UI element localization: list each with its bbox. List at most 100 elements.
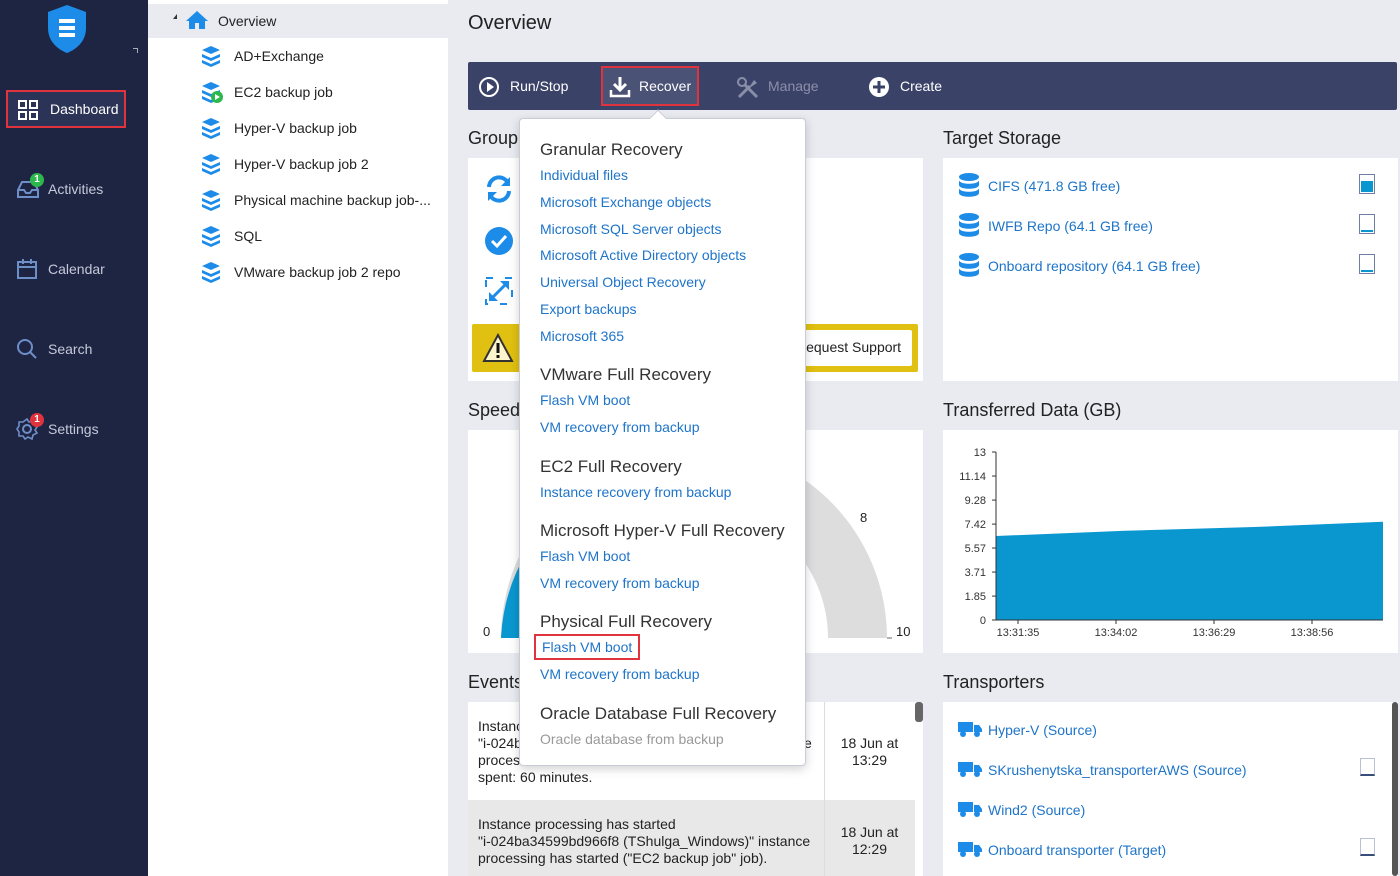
- menu-item-ec2-instance-recovery[interactable]: Instance recovery from backup: [540, 484, 731, 500]
- y-tick-label: 9.28: [965, 495, 986, 507]
- storage-item[interactable]: CIFS (471.8 GB free): [957, 172, 1387, 200]
- event-row[interactable]: Instance processing has started "i-024ba…: [468, 800, 915, 876]
- tree-root-label: Overview: [218, 13, 277, 29]
- menu-item-sql-objects[interactable]: Microsoft SQL Server objects: [540, 221, 722, 237]
- menu-item-hyperv-flash-boot[interactable]: Flash VM boot: [540, 548, 630, 564]
- nav-search[interactable]: Search: [6, 330, 126, 368]
- run-stop-label: Run/Stop: [510, 78, 569, 94]
- gauge-mid-label: 8: [860, 510, 868, 525]
- nav-activities-label: Activities: [48, 181, 104, 197]
- dashboard-icon: [18, 100, 38, 120]
- transporter-checkbox[interactable]: [1360, 838, 1375, 856]
- menu-item-microsoft-365[interactable]: Microsoft 365: [540, 328, 624, 344]
- transporter-label: Onboard transporter (Target): [988, 842, 1167, 858]
- recover-label: Recover: [639, 78, 692, 94]
- warning-icon: [482, 333, 514, 362]
- y-tick-label: 11.14: [959, 471, 986, 483]
- download-icon: [609, 77, 631, 98]
- storage-label: CIFS (471.8 GB free): [988, 178, 1121, 194]
- events-scrollbar[interactable]: [915, 702, 923, 722]
- target-storage-card: CIFS (471.8 GB free) IWFB Repo (64.1 GB …: [943, 158, 1398, 381]
- menu-pointer: [649, 109, 667, 127]
- y-tick-label: 1.85: [965, 591, 986, 603]
- menu-item-physical-flash-boot[interactable]: Flash VM boot: [534, 634, 641, 660]
- storage-usage-fill: [1361, 270, 1373, 272]
- main-navigation: Dashboard 1 Activities Calendar Search 1: [0, 0, 148, 876]
- collapse-nav-icon[interactable]: [133, 48, 138, 53]
- menu-item-physical-vm-recovery[interactable]: VM recovery from backup: [540, 666, 700, 682]
- truck-icon: [958, 802, 982, 817]
- storage-label: Onboard repository (64.1 GB free): [988, 258, 1201, 274]
- transporters-section-title: Transporters: [943, 672, 1045, 692]
- menu-item-exchange-objects[interactable]: Microsoft Exchange objects: [540, 194, 711, 210]
- menu-item-vmware-vm-recovery[interactable]: VM recovery from backup: [540, 419, 700, 435]
- database-icon: [959, 213, 979, 237]
- transporter-item[interactable]: Hyper-V (Source): [957, 716, 1377, 744]
- nav-dashboard[interactable]: Dashboard: [6, 90, 126, 128]
- storage-usage-fill: [1361, 181, 1373, 192]
- nav-activities[interactable]: 1 Activities: [6, 170, 126, 208]
- recover-button[interactable]: Recover: [601, 66, 699, 106]
- truck-icon: [958, 722, 982, 737]
- manage-button[interactable]: Manage: [728, 66, 838, 106]
- job-stack-icon: [202, 262, 220, 283]
- menu-heading-ec2: EC2 Full Recovery: [540, 457, 682, 476]
- transporters-card: Hyper-V (Source) SKrushenytska_transport…: [943, 702, 1398, 876]
- page-title: Overview: [468, 12, 552, 34]
- nav-settings[interactable]: 1 Settings: [6, 410, 126, 448]
- transporters-scrollbar[interactable]: [1392, 702, 1398, 876]
- tree-item-label: Physical machine backup job-...: [234, 192, 431, 208]
- storage-item[interactable]: IWFB Repo (64.1 GB free): [957, 212, 1387, 240]
- play-circle-icon: [479, 77, 499, 97]
- transporter-label: Hyper-V (Source): [988, 722, 1097, 738]
- target-storage-title: Target Storage: [943, 128, 1062, 148]
- job-tree: Overview AD+Exchange EC2 backup job Hype…: [148, 0, 448, 876]
- expand-arrows-icon: [485, 277, 513, 305]
- transporter-item[interactable]: Onboard transporter (Target): [957, 836, 1377, 864]
- transporter-item[interactable]: Wind2 (Source): [957, 796, 1377, 824]
- storage-usage-bar: [1359, 254, 1375, 274]
- menu-item-vmware-flash-boot[interactable]: Flash VM boot: [540, 392, 630, 408]
- expand-arrow-icon[interactable]: [173, 14, 177, 19]
- tree-item-label: Hyper-V backup job: [234, 120, 357, 136]
- group-section-title: Group: [468, 128, 519, 148]
- storage-usage-fill: [1361, 230, 1373, 232]
- job-stack-icon: [202, 154, 220, 175]
- menu-item-export-backups[interactable]: Export backups: [540, 301, 637, 317]
- job-stack-icon: [202, 190, 220, 211]
- storage-usage-bar: [1359, 214, 1375, 234]
- y-tick-label: 5.57: [965, 543, 986, 555]
- transporter-checkbox[interactable]: [1360, 758, 1375, 776]
- search-icon: [17, 339, 37, 359]
- truck-icon: [958, 842, 982, 857]
- nav-calendar[interactable]: Calendar: [6, 250, 126, 288]
- app-logo-icon: [48, 5, 86, 53]
- y-tick-label: 3.71: [965, 567, 986, 579]
- menu-heading-physical: Physical Full Recovery: [540, 612, 712, 631]
- tree-root-overview[interactable]: Overview: [148, 4, 448, 38]
- job-stack-icon: [202, 226, 220, 247]
- create-button[interactable]: Create: [860, 66, 960, 106]
- x-tick-label: 13:36:29: [1193, 627, 1236, 639]
- y-tick-label: 7.42: [965, 519, 986, 531]
- menu-item-oracle-recovery[interactable]: Oracle database from backup: [540, 731, 724, 747]
- request-support-label: Request Support: [796, 339, 902, 355]
- menu-item-individual-files[interactable]: Individual files: [540, 167, 628, 183]
- transporter-item[interactable]: SKrushenytska_transporterAWS (Source): [957, 756, 1377, 784]
- x-tick-label: 13:31:35: [997, 627, 1040, 639]
- menu-heading-vmware: VMware Full Recovery: [540, 365, 711, 384]
- run-stop-button[interactable]: Run/Stop: [470, 66, 580, 106]
- menu-heading-oracle: Oracle Database Full Recovery: [540, 704, 777, 723]
- menu-item-universal-object[interactable]: Universal Object Recovery: [540, 274, 706, 290]
- transferred-section-title: Transferred Data (GB): [943, 400, 1122, 420]
- area-series: [996, 521, 1383, 620]
- event-text-line: "i-024b: [478, 735, 522, 751]
- event-text-line: Instance processing has started: [478, 816, 676, 832]
- menu-item-ad-objects[interactable]: Microsoft Active Directory objects: [540, 247, 746, 263]
- menu-heading-granular: Granular Recovery: [540, 140, 683, 159]
- plus-circle-icon: [869, 77, 889, 97]
- menu-item-hyperv-vm-recovery[interactable]: VM recovery from backup: [540, 575, 700, 591]
- tree-item-label: VMware backup job 2 repo: [234, 264, 401, 280]
- truck-icon: [958, 762, 982, 777]
- storage-item[interactable]: Onboard repository (64.1 GB free): [957, 252, 1387, 280]
